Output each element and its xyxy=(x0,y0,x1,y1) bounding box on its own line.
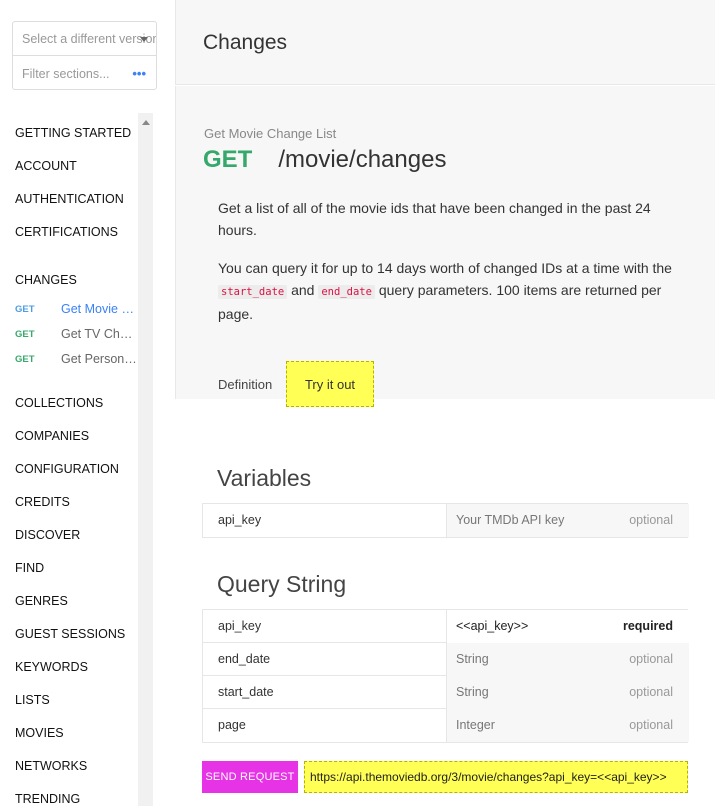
param-name: end_date xyxy=(218,652,271,666)
scroll-up-arrow-icon[interactable] xyxy=(142,120,150,125)
version-select[interactable]: Select a different version xyxy=(13,22,156,56)
endpoint-path: /movie/changes xyxy=(278,146,447,173)
sidebar-item-changes[interactable]: CHANGES xyxy=(15,273,77,287)
table-row: page Integer optional xyxy=(203,709,689,742)
sidebar-item-certifications[interactable]: CERTIFICATIONS xyxy=(15,225,118,239)
endpoint-description: Get a list of all of the movie ids that … xyxy=(218,200,651,238)
filter-placeholder: Filter sections... xyxy=(22,67,110,81)
sidebar-item-networks[interactable]: NETWORKS xyxy=(15,759,87,773)
param-name: page xyxy=(218,718,246,732)
table-row: start_date String optional xyxy=(203,676,689,709)
param-value-input[interactable]: Your TMDb API key optional xyxy=(446,504,689,537)
sidebar-item-guest-sessions[interactable]: GUEST SESSIONS xyxy=(15,627,125,641)
param-requirement: optional xyxy=(629,652,673,666)
endpoint-description-params: You can query it for up to 14 days worth… xyxy=(218,257,688,325)
param-name: api_key xyxy=(218,513,262,527)
method-badge: GET xyxy=(15,329,35,340)
sidebar-item-trending[interactable]: TRENDING xyxy=(15,792,80,806)
table-row: api_key Your TMDb API key optional xyxy=(203,504,689,537)
sidebar-item-authentication[interactable]: AUTHENTICATION xyxy=(15,192,124,206)
param-value: Integer xyxy=(456,718,495,732)
send-request-button[interactable]: SEND REQUEST xyxy=(202,761,298,793)
sidebar-item-credits[interactable]: CREDITS xyxy=(15,495,70,509)
param-value-input[interactable]: String optional xyxy=(446,676,689,709)
query-string-title: Query String xyxy=(217,571,347,597)
param-value: <<api_key>> xyxy=(456,619,529,633)
sidebar-subitem-label: Get Person Change List xyxy=(61,352,137,366)
sidebar: Select a different version Filter sectio… xyxy=(0,0,175,806)
code-start-date: start_date xyxy=(218,285,288,299)
main-content: Changes Get Movie Change List GET/movie/… xyxy=(175,0,715,806)
param-value-input[interactable]: String optional xyxy=(446,643,689,676)
sidebar-item-collections[interactable]: COLLECTIONS xyxy=(15,396,103,410)
page-header: Changes xyxy=(175,0,715,85)
tab-try-it-out[interactable]: Try it out xyxy=(286,361,374,407)
variables-table: api_key Your TMDb API key optional xyxy=(202,503,689,538)
sidebar-subitem-label: Get Movie Change List xyxy=(61,302,137,316)
variables-title: Variables xyxy=(217,465,312,491)
sidebar-item-companies[interactable]: COMPANIES xyxy=(15,429,89,443)
sidebar-item-find[interactable]: FIND xyxy=(15,561,44,575)
param-value: Your TMDb API key xyxy=(456,513,565,527)
code-end-date: end_date xyxy=(318,285,375,299)
sidebar-item-movies[interactable]: MOVIES xyxy=(15,726,64,740)
endpoint-heading: GET/movie/changes xyxy=(203,146,446,174)
request-url[interactable]: https://api.themoviedb.org/3/movie/chang… xyxy=(304,761,688,793)
endpoint-kicker: Get Movie Change List xyxy=(204,126,337,141)
query-string-table: api_key <<api_key>> required end_date St… xyxy=(202,609,689,743)
chevron-down-icon xyxy=(140,37,148,42)
table-row: api_key <<api_key>> required xyxy=(203,610,689,643)
page-title: Changes xyxy=(203,31,288,54)
method-badge: GET xyxy=(15,304,35,315)
param-value-input[interactable]: Integer optional xyxy=(446,709,689,742)
sidebar-item-configuration[interactable]: CONFIGURATION xyxy=(15,462,119,476)
filter-sections-input[interactable]: Filter sections... ••• xyxy=(13,57,156,91)
param-requirement: optional xyxy=(629,513,673,527)
sidebar-item-keywords[interactable]: KEYWORDS xyxy=(15,660,88,674)
sidebar-item-discover[interactable]: DISCOVER xyxy=(15,528,80,542)
desc-text: You can query it for up to 14 days worth… xyxy=(218,260,672,276)
endpoint-intro: Get Movie Change List GET/movie/changes … xyxy=(175,86,715,407)
param-value: String xyxy=(456,652,489,666)
sidebar-item-getting-started[interactable]: GETTING STARTED xyxy=(15,126,131,140)
version-select-placeholder: Select a different version xyxy=(22,32,156,46)
param-requirement: optional xyxy=(629,718,673,732)
sidebar-item-lists[interactable]: LISTS xyxy=(15,693,50,707)
table-row: end_date String optional xyxy=(203,643,689,676)
http-method: GET xyxy=(203,146,253,173)
tab-definition[interactable]: Definition xyxy=(218,377,272,392)
sidebar-scrollbar[interactable] xyxy=(138,113,153,806)
param-value: String xyxy=(456,685,489,699)
param-name: start_date xyxy=(218,685,274,699)
method-badge: GET xyxy=(15,354,35,365)
more-dots-icon[interactable]: ••• xyxy=(132,57,146,91)
param-value-input[interactable]: <<api_key>> required xyxy=(446,610,689,643)
sidebar-item-genres[interactable]: GENRES xyxy=(15,594,68,608)
param-requirement: optional xyxy=(629,685,673,699)
sidebar-item-account[interactable]: ACCOUNT xyxy=(15,159,77,173)
param-name: api_key xyxy=(218,619,262,633)
sidebar-filters: Select a different version Filter sectio… xyxy=(12,21,157,90)
param-requirement: required xyxy=(622,619,673,633)
desc-text: and xyxy=(287,282,319,298)
sidebar-subitem-label: Get TV Change List xyxy=(61,327,137,341)
